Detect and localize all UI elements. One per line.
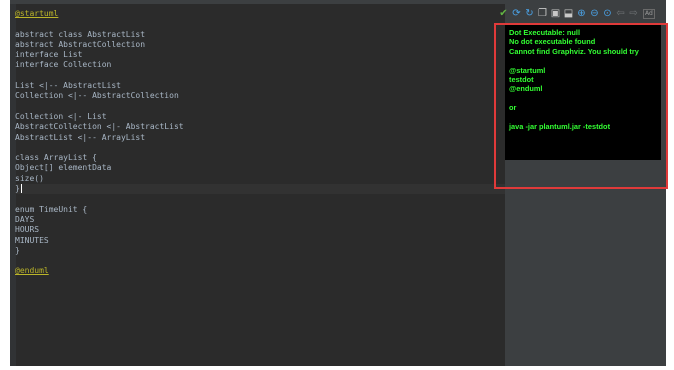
zoom-out-icon[interactable]: ⊖ <box>589 8 600 20</box>
preview-toolbar: ✔ ⟳ ↻ ❐ ▣ ⬓ ⊕ ⊖ ⊙ ⇦ ⇨ Ad <box>499 6 666 22</box>
directive-text: @enduml <box>15 266 49 276</box>
code-line[interactable]: Object[] elementData <box>15 163 505 173</box>
code-text: DAYS <box>15 214 35 224</box>
code-line[interactable] <box>15 19 505 29</box>
code-text: HOURS <box>15 225 40 235</box>
code-line[interactable] <box>15 256 505 266</box>
code-line[interactable]: DAYS <box>15 215 505 225</box>
code-text: enum TimeUnit { <box>15 204 88 214</box>
refresh-icon[interactable]: ⟳ <box>511 8 522 20</box>
code-line[interactable]: } <box>15 246 505 256</box>
auto-refresh-icon[interactable]: ↻ <box>524 8 535 20</box>
code-text: List <|-- AbstractList <box>15 81 121 91</box>
code-line[interactable] <box>15 102 505 112</box>
code-text: abstract AbstractCollection <box>15 39 146 49</box>
code-line[interactable] <box>15 143 505 153</box>
code-line[interactable]: Collection <|-- AbstractCollection <box>15 91 505 101</box>
code-text: interface Collection <box>15 60 112 70</box>
code-text: size() <box>15 173 44 183</box>
highlight-box <box>494 23 668 189</box>
code-line[interactable]: AbstractList <|-- ArrayList <box>15 133 505 143</box>
code-text: interface List <box>15 50 83 60</box>
code-line[interactable]: Collection <|- List <box>15 112 505 122</box>
code-line[interactable]: abstract class AbstractList <box>15 30 505 40</box>
export-icon[interactable]: ⬓ <box>563 8 574 20</box>
code-line[interactable]: class ArrayList { <box>15 153 505 163</box>
code-line[interactable]: HOURS <box>15 225 505 235</box>
code-line[interactable]: @startuml <box>15 9 505 19</box>
back-icon[interactable]: ⇦ <box>615 8 626 20</box>
ad-button[interactable]: Ad <box>643 9 655 19</box>
zoom-actual-icon[interactable]: ⊙ <box>602 8 613 20</box>
code-text: MINUTES <box>15 235 49 245</box>
code-text: Object[] elementData <box>15 163 112 173</box>
code-text: } <box>15 184 20 194</box>
copy-icon[interactable]: ❐ <box>537 8 548 20</box>
code-line[interactable] <box>15 194 505 204</box>
text-caret <box>20 184 22 194</box>
code-line[interactable] <box>15 71 505 81</box>
code-line[interactable]: interface List <box>15 50 505 60</box>
code-text: class ArrayList { <box>15 153 97 163</box>
code-line[interactable]: enum TimeUnit { <box>15 205 505 215</box>
code-line[interactable]: } <box>15 184 505 195</box>
code-text: Collection <|- List <box>15 111 107 121</box>
code-text: Collection <|-- AbstractCollection <box>15 91 179 101</box>
code-line[interactable]: AbstractCollection <|- AbstractList <box>15 122 505 132</box>
code-line[interactable]: size() <box>15 174 505 184</box>
code-lines[interactable]: @startuml abstract class AbstractList abst… <box>15 9 505 277</box>
zoom-in-icon[interactable]: ⊕ <box>576 8 587 20</box>
code-line[interactable]: @enduml <box>15 266 505 276</box>
save-icon[interactable]: ▣ <box>550 8 561 20</box>
code-line[interactable]: abstract AbstractCollection <box>15 40 505 50</box>
code-text: abstract class AbstractList <box>15 29 146 39</box>
code-text: AbstractList <|-- ArrayList <box>15 132 146 142</box>
code-line[interactable]: List <|-- AbstractList <box>15 81 505 91</box>
code-editor[interactable]: @startuml abstract class AbstractList abst… <box>10 4 505 366</box>
checkmark-icon: ✔ <box>499 8 508 19</box>
forward-icon[interactable]: ⇨ <box>628 8 639 20</box>
code-text: AbstractCollection <|- AbstractList <box>15 122 184 132</box>
directive-text: @startuml <box>15 9 59 18</box>
app-window: @startuml abstract class AbstractList abst… <box>0 0 674 370</box>
code-line[interactable]: interface Collection <box>15 60 505 70</box>
code-text: } <box>15 245 20 255</box>
code-line[interactable]: MINUTES <box>15 236 505 246</box>
